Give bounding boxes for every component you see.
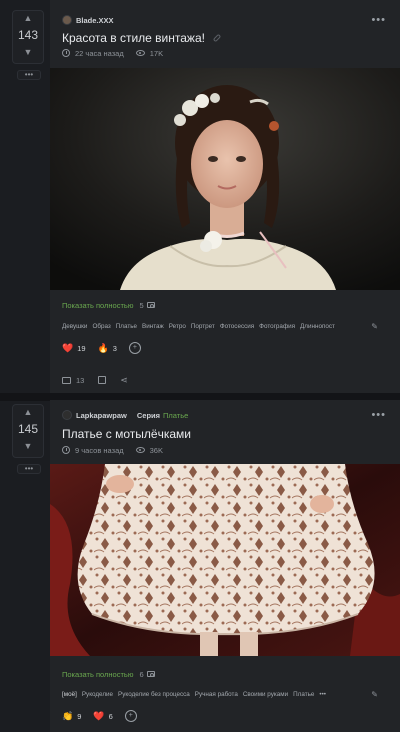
- tag-list: [моё] Рукоделие Рукоделие без процесса Р…: [62, 688, 331, 700]
- tag[interactable]: Своими руками: [243, 691, 288, 698]
- vote-more-button[interactable]: •••: [17, 70, 41, 80]
- tag[interactable]: Платье: [116, 323, 137, 330]
- show-full-row: Показать полностью 6: [62, 669, 155, 679]
- author-row: Blade.XXX: [62, 14, 114, 26]
- post-title[interactable]: Платье с мотылёчками: [62, 427, 191, 441]
- tag[interactable]: Ручная работа: [195, 691, 238, 698]
- reaction-count: 19: [77, 343, 86, 353]
- clap-icon: 👏: [62, 710, 74, 721]
- post-card: ▲ 145 ▼ ••• Lapkapawpaw Серия Платье •••…: [0, 396, 400, 732]
- post-image[interactable]: [50, 68, 400, 290]
- tag[interactable]: Девушки: [62, 323, 87, 330]
- tag[interactable]: Портрет: [191, 323, 215, 330]
- clock-icon: [62, 49, 70, 57]
- tag[interactable]: Длиннопост: [300, 323, 335, 330]
- tag[interactable]: Винтаж: [142, 323, 164, 330]
- avatar[interactable]: [62, 410, 72, 420]
- upvote-icon[interactable]: ▲: [13, 11, 43, 25]
- post-title-row: Красота в стиле винтажа!: [62, 31, 222, 45]
- camera-icon: [146, 671, 155, 677]
- vote-widget: ▲ 143 ▼: [12, 10, 44, 64]
- reaction-heart[interactable]: ❤️ 19: [62, 343, 86, 354]
- fire-icon: 🔥: [97, 342, 109, 353]
- reaction-count: 9: [77, 711, 82, 721]
- tag[interactable]: Фотография: [259, 323, 295, 330]
- tag-list: Девушки Образ Платье Винтаж Ретро Портре…: [62, 320, 340, 332]
- save-icon[interactable]: [98, 376, 107, 384]
- comment-icon[interactable]: [62, 376, 71, 384]
- vote-count: 145: [17, 422, 39, 436]
- post-meta: 9 часов назад 36K: [62, 445, 163, 455]
- eye-icon: [135, 447, 145, 453]
- avatar[interactable]: [62, 15, 72, 25]
- heart-icon: ❤️: [93, 710, 105, 721]
- camera-icon: [146, 302, 155, 308]
- reactions-row: 👏 9 ❤️ 6 +: [62, 709, 137, 723]
- vote-count: 143: [17, 28, 39, 42]
- post-actions: 13 ⋖: [62, 374, 128, 386]
- post-title-row: Платье с мотылёчками: [62, 427, 191, 441]
- tag[interactable]: Образ: [92, 323, 110, 330]
- reactions-row: ❤️ 19 🔥 3 +: [62, 341, 141, 355]
- post-menu-button[interactable]: •••: [371, 14, 386, 26]
- post-views: 17K: [149, 48, 164, 58]
- tag[interactable]: Фотосессия: [220, 323, 254, 330]
- upvote-icon[interactable]: ▲: [13, 405, 43, 419]
- tag[interactable]: Рукоделие: [82, 691, 113, 698]
- reaction-count: 6: [108, 711, 113, 721]
- author-row: Lapkapawpaw Серия Платье: [62, 409, 188, 421]
- downvote-icon[interactable]: ▼: [13, 45, 43, 59]
- add-reaction-button[interactable]: +: [128, 342, 141, 354]
- series-label: Серия: [136, 410, 161, 420]
- photo-count: 6: [139, 669, 144, 679]
- post-meta: 22 часа назад 17K: [62, 48, 163, 58]
- comment-count[interactable]: 13: [76, 376, 84, 385]
- reaction-fire[interactable]: 🔥 3: [98, 343, 117, 354]
- show-full-link[interactable]: Показать полностью: [62, 670, 133, 679]
- post-title[interactable]: Красота в стиле винтажа!: [62, 31, 205, 45]
- post-views: 36K: [149, 445, 163, 455]
- edit-tags-icon[interactable]: ✎: [371, 690, 378, 699]
- post-card: ▲ 143 ▼ ••• Blade.XXX ••• Красота в стил…: [0, 0, 400, 396]
- tag[interactable]: Ретро: [169, 323, 186, 330]
- author-name[interactable]: Lapkapawpaw: [76, 411, 127, 420]
- edit-tags-icon[interactable]: ✎: [371, 322, 378, 331]
- clock-icon: [62, 446, 70, 454]
- heart-icon: ❤️: [62, 342, 74, 353]
- eye-icon: [135, 50, 145, 56]
- vote-widget: ▲ 145 ▼: [12, 404, 44, 458]
- author-name[interactable]: Blade.XXX: [76, 16, 114, 25]
- post-time: 22 часа назад: [75, 48, 124, 58]
- post-menu-button[interactable]: •••: [371, 409, 386, 421]
- reaction-count: 3: [112, 343, 117, 353]
- feed: ▲ 143 ▼ ••• Blade.XXX ••• Красота в стил…: [0, 0, 400, 732]
- tag[interactable]: [моё]: [62, 691, 77, 698]
- post-image[interactable]: [50, 464, 400, 656]
- show-full-link[interactable]: Показать полностью: [62, 301, 133, 310]
- tags-more-button[interactable]: •••: [319, 691, 326, 698]
- downvote-icon[interactable]: ▼: [13, 439, 43, 453]
- reaction-heart[interactable]: ❤️ 6: [93, 711, 112, 722]
- link-icon[interactable]: [212, 33, 222, 43]
- reaction-clap[interactable]: 👏 9: [62, 711, 81, 722]
- vote-more-button[interactable]: •••: [17, 464, 41, 474]
- show-full-row: Показать полностью 5: [62, 300, 155, 310]
- post-time: 9 часов назад: [75, 445, 124, 455]
- tag[interactable]: Платье: [293, 691, 314, 698]
- photo-count: 5: [139, 300, 144, 310]
- share-icon[interactable]: ⋖: [120, 375, 128, 386]
- add-reaction-button[interactable]: +: [124, 710, 137, 722]
- tag[interactable]: Рукоделие без процесса: [118, 691, 190, 698]
- series-link[interactable]: Платье: [163, 411, 188, 420]
